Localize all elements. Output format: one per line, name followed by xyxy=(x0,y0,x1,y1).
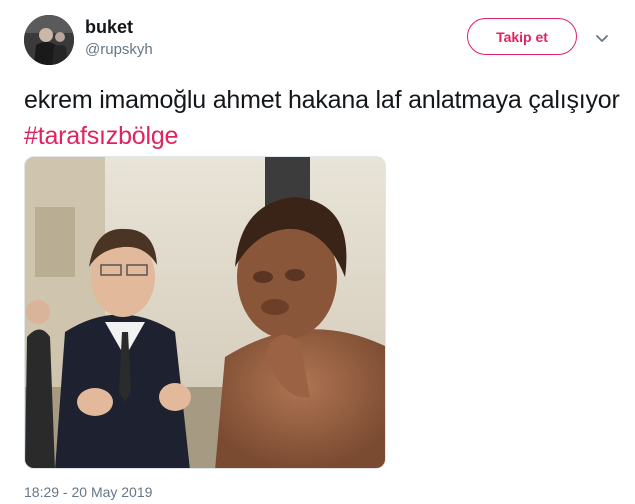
tweet-card: buket @rupskyh Takip et ekrem imamoğlu a… xyxy=(0,0,635,504)
tweet-photo[interactable] xyxy=(24,156,386,469)
user-handle[interactable]: @rupskyh xyxy=(85,41,153,58)
avatar[interactable] xyxy=(24,15,74,65)
follow-button[interactable]: Takip et xyxy=(467,18,577,55)
hashtag-link[interactable]: #tarafsızbölge xyxy=(24,122,178,150)
tweet-text: ekrem imamoğlu ahmet hakana laf anlatmay… xyxy=(24,82,624,154)
display-name[interactable]: buket xyxy=(85,17,133,38)
avatar-image xyxy=(24,15,74,65)
chevron-down-icon[interactable] xyxy=(594,30,610,46)
tweet-timestamp[interactable]: 18:29 - 20 May 2019 xyxy=(24,484,152,500)
tweet-body: ekrem imamoğlu ahmet hakana laf anlatmay… xyxy=(24,86,620,114)
photo-illustration xyxy=(25,157,385,468)
